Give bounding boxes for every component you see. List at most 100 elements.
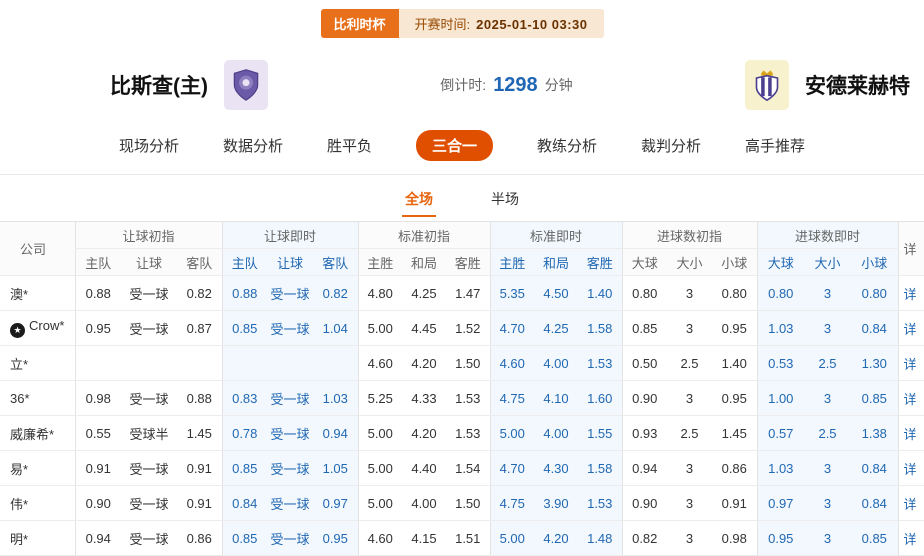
odds-cell: 4.60 [490,346,534,381]
away-crest-icon [745,60,789,110]
odds-cell: 5.25 [358,381,402,416]
odds-cell: 4.60 [358,346,402,381]
sub-column-header: 主队 [222,249,267,276]
odds-table-body: 澳*0.88受一球0.820.88受一球0.824.804.251.475.35… [0,276,924,556]
odds-cell: 0.80 [622,276,667,311]
home-crest-icon [224,60,268,110]
odds-cell: 1.53 [446,416,490,451]
company-cell[interactable]: 威廉希* [0,416,75,451]
odds-cell: 0.84 [222,486,267,521]
nav-tab-高手推荐[interactable]: 高手推荐 [745,135,805,156]
odds-cell: 4.00 [534,346,578,381]
odds-cell: 1.04 [313,311,358,346]
odds-cell: 4.75 [490,381,534,416]
odds-cell: 受一球 [267,521,313,556]
odds-cell: 0.94 [313,416,358,451]
detail-link[interactable]: 详 [898,486,924,521]
sub-column-header: 主胜 [358,249,402,276]
company-cell[interactable]: 易* [0,451,75,486]
odds-cell: 3 [804,486,851,521]
detail-link[interactable]: 详 [898,451,924,486]
odds-cell: 4.20 [534,521,578,556]
odds-cell: 0.82 [177,276,222,311]
sub-column-header: 让球 [121,249,177,276]
odds-cell: 0.57 [757,416,804,451]
odds-cell: 5.00 [490,416,534,451]
nav-tab-三合一[interactable]: 三合一 [416,130,493,161]
odds-cell: 0.91 [177,451,222,486]
detail-link[interactable]: 详 [898,311,924,346]
detail-link[interactable]: 详 [898,521,924,556]
odds-cell [313,346,358,381]
odds-cell: 5.00 [358,486,402,521]
company-cell[interactable]: 伟* [0,486,75,521]
odds-cell: 0.55 [75,416,121,451]
sub-column-header: 主队 [75,249,121,276]
odds-cell: 1.03 [757,451,804,486]
sub-column-header: 大球 [622,249,667,276]
odds-cell: 1.45 [177,416,222,451]
detail-link[interactable]: 详 [898,276,924,311]
nav-tab-数据分析[interactable]: 数据分析 [223,135,283,156]
company-cell[interactable]: 澳* [0,276,75,311]
nav-tab-胜平负[interactable]: 胜平负 [327,135,372,156]
odds-cell: 0.90 [75,486,121,521]
home-team: 比斯查(主) [110,60,268,110]
table-row: ★Crow*0.95受一球0.870.85受一球1.045.004.451.52… [0,311,924,346]
odds-cell: 5.00 [358,451,402,486]
odds-cell: 3 [804,381,851,416]
match-header: 比斯查(主) 倒计时: 1298 分钟 安德莱赫特 [0,38,924,116]
odds-cell: 受一球 [121,276,177,311]
odds-cell: 0.53 [757,346,804,381]
detail-link[interactable]: 详 [898,416,924,451]
odds-cell: 4.70 [490,311,534,346]
detail-link[interactable]: 详 [898,346,924,381]
odds-cell: 4.33 [402,381,446,416]
odds-cell: 1.45 [712,416,757,451]
sub-column-header: 大球 [757,249,804,276]
group-header: 让球即时 [222,222,358,249]
company-cell[interactable]: 立* [0,346,75,381]
period-tab-半场[interactable]: 半场 [488,189,522,217]
match-info-bar: 比利时杯 开赛时间:2025-01-10 03:30 [0,0,924,38]
odds-cell: 0.87 [177,311,222,346]
odds-cell: 1.54 [446,451,490,486]
detail-column-header: 详 [898,222,924,276]
nav-tab-教练分析[interactable]: 教练分析 [537,135,597,156]
odds-cell: 受一球 [267,381,313,416]
odds-cell: 3 [667,451,712,486]
odds-cell: 0.95 [712,381,757,416]
odds-cell: 1.52 [446,311,490,346]
odds-cell: 4.20 [402,346,446,381]
company-column-header: 公司 [0,222,75,276]
odds-cell: 0.85 [222,451,267,486]
table-row: 36*0.98受一球0.880.83受一球1.035.254.331.534.7… [0,381,924,416]
odds-cell: 1.60 [578,381,622,416]
countdown-unit: 分钟 [545,75,573,95]
odds-cell: 受一球 [267,451,313,486]
odds-cell: 受一球 [121,486,177,521]
sub-column-header: 大小 [804,249,851,276]
odds-cell: 4.60 [358,521,402,556]
odds-cell: 1.40 [578,276,622,311]
odds-cell: 4.25 [402,276,446,311]
odds-cell: 1.50 [446,486,490,521]
company-cell[interactable]: 36* [0,381,75,416]
odds-cell [75,346,121,381]
nav-tab-现场分析[interactable]: 现场分析 [119,135,179,156]
sub-column-header: 小球 [851,249,898,276]
nav-tab-裁判分析[interactable]: 裁判分析 [641,135,701,156]
group-header: 标准即时 [490,222,622,249]
odds-cell: 1.50 [446,346,490,381]
odds-cell: 0.95 [757,521,804,556]
countdown-label: 倒计时: [440,75,486,95]
company-cell[interactable]: ★Crow* [0,311,75,346]
table-row: 澳*0.88受一球0.820.88受一球0.824.804.251.475.35… [0,276,924,311]
period-tab-全场[interactable]: 全场 [402,189,436,217]
countdown-value: 1298 [493,74,538,97]
company-cell[interactable]: 明* [0,521,75,556]
odds-cell: 3 [667,311,712,346]
league-badge[interactable]: 比利时杯 [321,9,399,38]
group-header: 进球数初指 [622,222,757,249]
detail-link[interactable]: 详 [898,381,924,416]
